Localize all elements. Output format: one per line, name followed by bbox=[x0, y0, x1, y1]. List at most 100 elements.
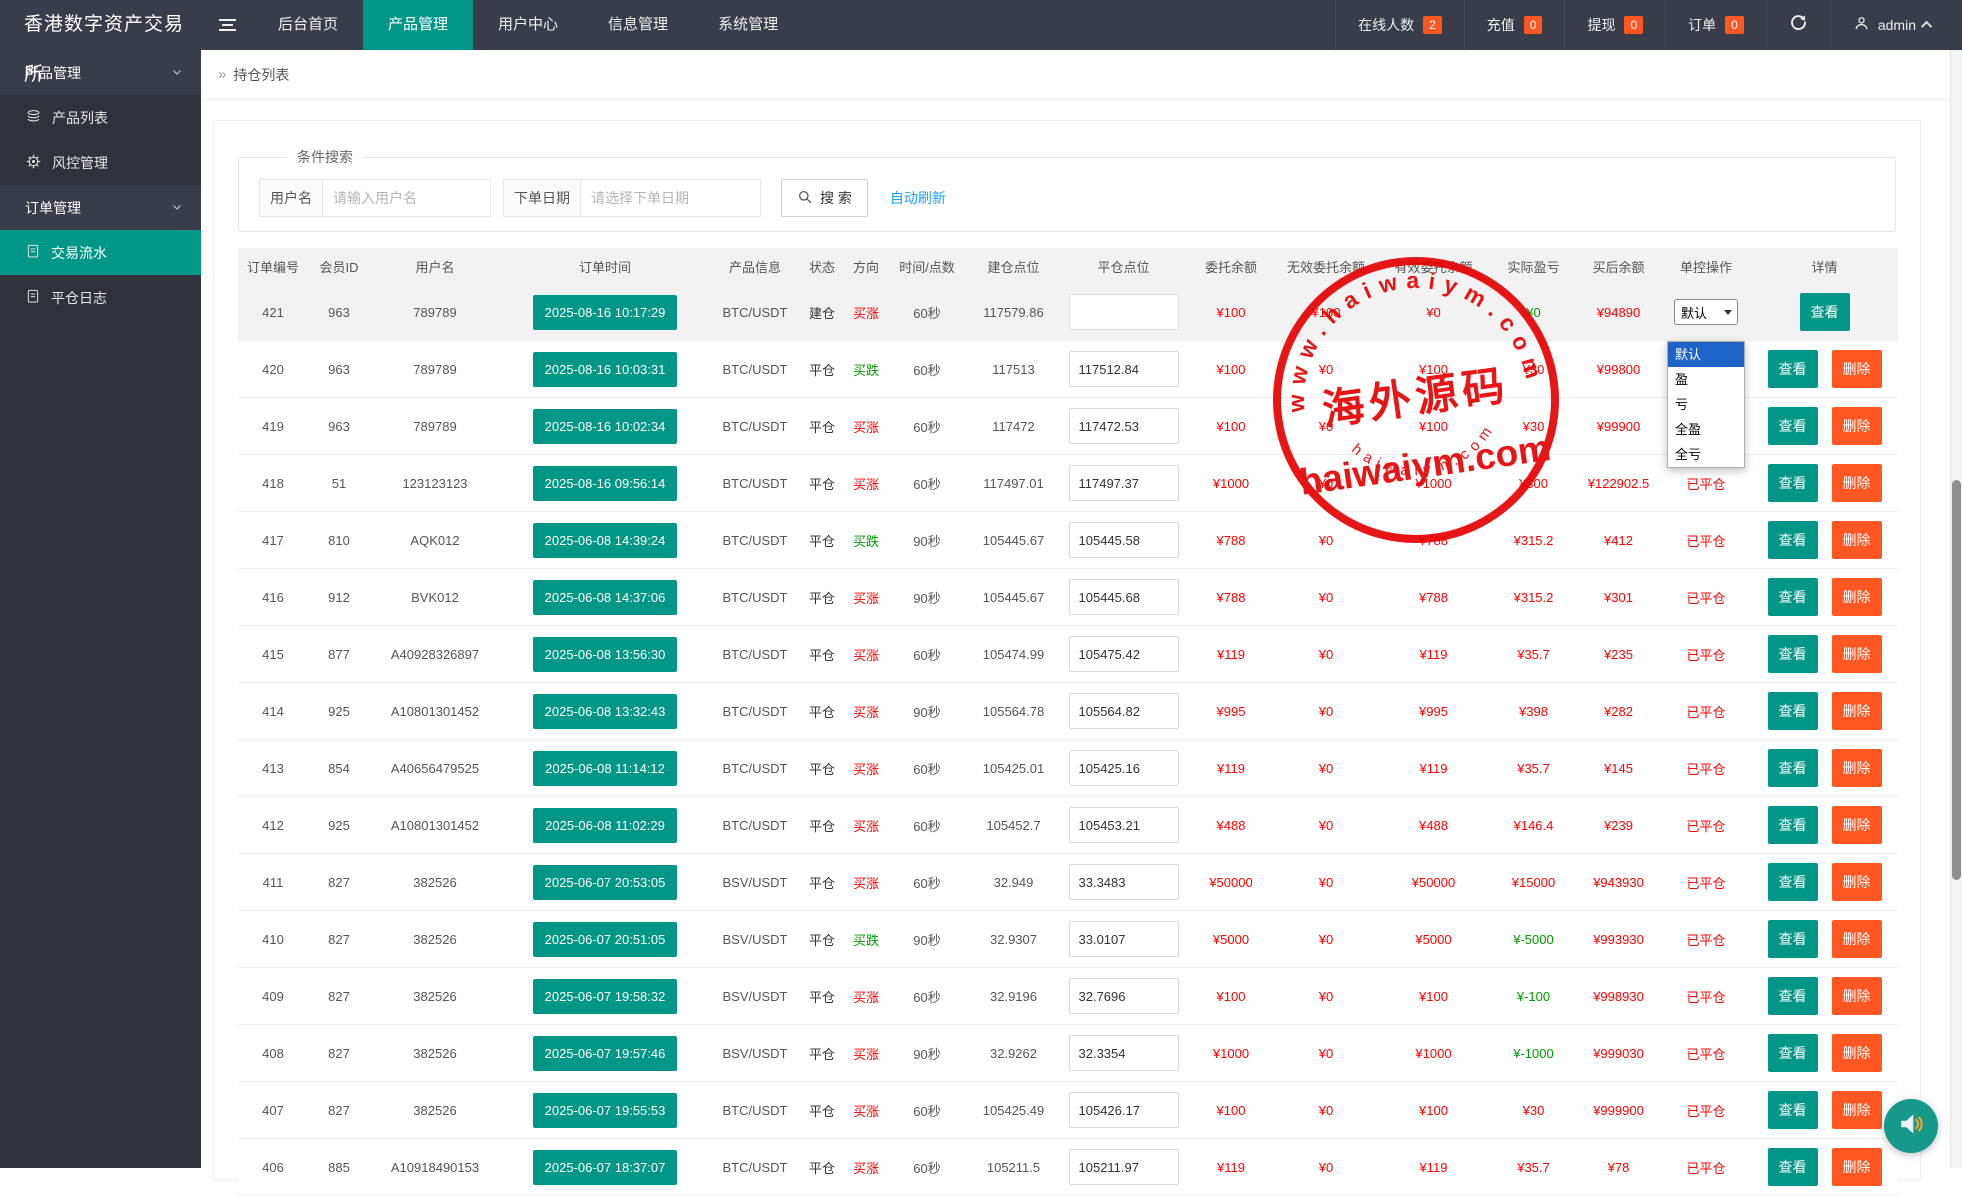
order-time-button[interactable]: 2025-06-07 18:37:07 bbox=[533, 1150, 678, 1185]
delete-button[interactable]: 删除 bbox=[1832, 692, 1882, 730]
close-point-cell bbox=[1061, 807, 1186, 843]
order-time-button[interactable]: 2025-06-07 19:58:32 bbox=[533, 979, 678, 1014]
delete-button[interactable]: 删除 bbox=[1832, 920, 1882, 958]
sidebar-item[interactable]: 产品列表 bbox=[0, 95, 201, 140]
view-button[interactable]: 查看 bbox=[1768, 407, 1818, 445]
order-time-button[interactable]: 2025-06-08 14:37:06 bbox=[533, 580, 678, 615]
close-point-input[interactable] bbox=[1069, 693, 1179, 729]
sidebar-group-header[interactable]: 订单管理 bbox=[0, 185, 201, 230]
sound-notification-button[interactable] bbox=[1884, 1099, 1938, 1153]
delete-button[interactable]: 删除 bbox=[1832, 806, 1882, 844]
dropdown-option[interactable]: 默认 bbox=[1668, 342, 1744, 367]
close-point-input[interactable] bbox=[1069, 1035, 1179, 1071]
order-time-button[interactable]: 2025-06-08 13:32:43 bbox=[533, 694, 678, 729]
order-time-button[interactable]: 2025-06-08 11:14:12 bbox=[533, 751, 677, 786]
nav-item[interactable]: 信息管理 bbox=[583, 0, 693, 50]
sidebar-item[interactable]: 交易流水 bbox=[0, 230, 201, 275]
delete-button[interactable]: 删除 bbox=[1832, 350, 1882, 388]
delete-button[interactable]: 删除 bbox=[1832, 635, 1882, 673]
delete-button[interactable]: 删除 bbox=[1832, 1034, 1882, 1072]
order-time-button[interactable]: 2025-06-08 14:39:24 bbox=[533, 523, 678, 558]
close-point-input[interactable] bbox=[1069, 465, 1179, 501]
close-point-input[interactable] bbox=[1069, 1149, 1179, 1185]
close-point-input[interactable] bbox=[1069, 978, 1179, 1014]
view-button[interactable]: 查看 bbox=[1768, 692, 1818, 730]
delete-button[interactable]: 删除 bbox=[1832, 464, 1882, 502]
dropdown-option[interactable]: 全盈 bbox=[1668, 417, 1744, 442]
delete-button[interactable]: 删除 bbox=[1832, 863, 1882, 901]
close-point-input[interactable] bbox=[1069, 864, 1179, 900]
view-button[interactable]: 查看 bbox=[1768, 1091, 1818, 1129]
view-button[interactable]: 查看 bbox=[1768, 635, 1818, 673]
order-time-button[interactable]: 2025-08-16 10:02:34 bbox=[533, 409, 678, 444]
nav-item[interactable]: 后台首页 bbox=[253, 0, 363, 50]
invalid-entrust-balance-cell: ¥100 bbox=[1276, 305, 1376, 320]
order-time-button[interactable]: 2025-06-07 20:51:05 bbox=[533, 922, 678, 957]
delete-button[interactable]: 删除 bbox=[1832, 977, 1882, 1015]
refresh-button[interactable] bbox=[1766, 0, 1830, 50]
search-button[interactable]: 搜 索 bbox=[781, 179, 868, 217]
scrollbar-thumb[interactable] bbox=[1952, 480, 1961, 880]
hamburger-menu-icon[interactable] bbox=[201, 0, 253, 50]
nav-item[interactable]: 用户中心 bbox=[473, 0, 583, 50]
view-button[interactable]: 查看 bbox=[1768, 749, 1818, 787]
close-point-input[interactable] bbox=[1069, 351, 1179, 387]
delete-button[interactable]: 删除 bbox=[1832, 1091, 1882, 1129]
close-point-input[interactable] bbox=[1069, 408, 1179, 444]
view-button[interactable]: 查看 bbox=[1768, 1148, 1818, 1186]
close-point-input[interactable] bbox=[1069, 522, 1179, 558]
delete-button[interactable]: 删除 bbox=[1832, 1148, 1882, 1186]
view-button[interactable]: 查看 bbox=[1768, 464, 1818, 502]
order-time-button[interactable]: 2025-08-16 09:56:14 bbox=[533, 466, 678, 501]
order-date-input[interactable] bbox=[581, 179, 761, 217]
view-button[interactable]: 查看 bbox=[1800, 293, 1850, 331]
topbar-stat[interactable]: 订单0 bbox=[1665, 0, 1766, 50]
actual-profit-cell: ¥315.2 bbox=[1491, 590, 1576, 605]
close-point-input[interactable] bbox=[1069, 579, 1179, 615]
admin-menu[interactable]: admin bbox=[1830, 0, 1962, 50]
order-time-button[interactable]: 2025-06-08 13:56:30 bbox=[533, 637, 678, 672]
order-time-button[interactable]: 2025-08-16 10:03:31 bbox=[533, 352, 678, 387]
close-point-input[interactable] bbox=[1069, 1092, 1179, 1128]
delete-button[interactable]: 删除 bbox=[1832, 749, 1882, 787]
sidebar-item[interactable]: 平仓日志 bbox=[0, 275, 201, 320]
view-button[interactable]: 查看 bbox=[1768, 863, 1818, 901]
nav-item[interactable]: 产品管理 bbox=[363, 0, 473, 50]
view-button[interactable]: 查看 bbox=[1768, 806, 1818, 844]
control-select[interactable]: 默认 bbox=[1674, 299, 1738, 325]
view-button[interactable]: 查看 bbox=[1768, 977, 1818, 1015]
nav-item[interactable]: 系统管理 bbox=[693, 0, 803, 50]
view-button[interactable]: 查看 bbox=[1768, 920, 1818, 958]
sidebar-item[interactable]: 风控管理 bbox=[0, 140, 201, 185]
delete-button[interactable]: 删除 bbox=[1832, 521, 1882, 559]
view-button[interactable]: 查看 bbox=[1768, 1034, 1818, 1072]
order-id-cell: 408 bbox=[238, 1046, 308, 1061]
order-time-button[interactable]: 2025-08-16 10:17:29 bbox=[533, 295, 678, 330]
order-time-button[interactable]: 2025-06-07 19:55:53 bbox=[533, 1093, 678, 1128]
close-point-input[interactable] bbox=[1069, 750, 1179, 786]
scrollbar-track[interactable] bbox=[1950, 50, 1962, 1168]
direction-label: 买跌 bbox=[853, 930, 879, 949]
order-time-button[interactable]: 2025-06-07 19:57:46 bbox=[533, 1036, 678, 1071]
dropdown-option[interactable]: 亏 bbox=[1668, 392, 1744, 417]
view-button[interactable]: 查看 bbox=[1768, 578, 1818, 616]
member-id-cell: 854 bbox=[308, 761, 370, 776]
dropdown-option[interactable]: 全亏 bbox=[1668, 442, 1744, 467]
view-button[interactable]: 查看 bbox=[1768, 521, 1818, 559]
dropdown-option[interactable]: 盈 bbox=[1668, 367, 1744, 392]
delete-button[interactable]: 删除 bbox=[1832, 578, 1882, 616]
close-point-input[interactable] bbox=[1069, 921, 1179, 957]
topbar-stat[interactable]: 在线人数2 bbox=[1335, 0, 1464, 50]
product-info-cell: BTC/USDT bbox=[710, 704, 800, 719]
close-point-input[interactable] bbox=[1069, 294, 1179, 330]
order-time-button[interactable]: 2025-06-08 11:02:29 bbox=[533, 808, 677, 843]
auto-refresh-link[interactable]: 自动刷新 bbox=[890, 188, 946, 208]
view-button[interactable]: 查看 bbox=[1768, 350, 1818, 388]
close-point-input[interactable] bbox=[1069, 636, 1179, 672]
topbar-stat[interactable]: 提现0 bbox=[1564, 0, 1665, 50]
delete-button[interactable]: 删除 bbox=[1832, 407, 1882, 445]
order-time-button[interactable]: 2025-06-07 20:53:05 bbox=[533, 865, 678, 900]
topbar-stat[interactable]: 充值0 bbox=[1464, 0, 1565, 50]
username-input[interactable] bbox=[323, 179, 491, 217]
close-point-input[interactable] bbox=[1069, 807, 1179, 843]
